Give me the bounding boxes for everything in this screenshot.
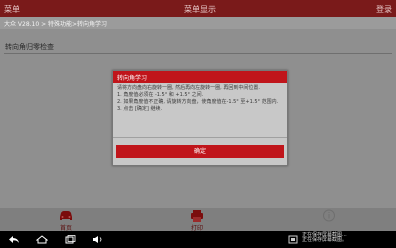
page-title: 转向角归零检查 xyxy=(5,43,54,51)
printer-icon xyxy=(191,210,203,222)
dialog-header: 转向角学习 xyxy=(113,71,287,83)
info-icon xyxy=(323,209,335,222)
title-divider xyxy=(4,53,392,54)
home-icon[interactable] xyxy=(36,235,48,244)
dialog-divider xyxy=(113,137,287,138)
info-button[interactable] xyxy=(289,208,369,231)
steering-angle-dialog: 转向角学习 请将方向盘向右旋转一圈, 然后再向左旋转一圈, 再回到中间位置. 1… xyxy=(112,70,288,166)
recent-apps-icon[interactable] xyxy=(64,235,76,244)
bottom-toolbar: 首页 打印 xyxy=(0,208,396,232)
dialog-message: 请将方向盘向右旋转一圈, 然后再向左旋转一圈, 再回到中间位置. 1. 角度值必… xyxy=(117,85,279,112)
home-button[interactable]: 首页 xyxy=(26,208,106,232)
print-button[interactable]: 打印 xyxy=(157,208,237,232)
back-icon[interactable] xyxy=(8,235,20,244)
breadcrumb: 大众 V28.10 > 特殊功能>转向角学习 xyxy=(0,17,396,29)
screenshot-icon xyxy=(288,235,298,244)
login-button[interactable]: 登录 xyxy=(376,4,392,15)
menu-button[interactable]: 菜单 xyxy=(4,4,20,15)
breadcrumb-text: 大众 V28.10 > 特殊功能>转向角学习 xyxy=(4,21,108,28)
android-system-bar: 正在保存屏幕截图... 正在保存屏幕截图。 xyxy=(0,231,396,248)
top-app-bar: 菜单 菜单显示 登录 xyxy=(0,0,396,17)
volume-icon[interactable] xyxy=(92,235,104,244)
car-icon xyxy=(60,211,72,220)
app-title: 菜单显示 xyxy=(184,5,216,14)
ok-button[interactable]: 确定 xyxy=(116,145,284,158)
screenshot-notification[interactable]: 正在保存屏幕截图... 正在保存屏幕截图。 xyxy=(302,233,347,243)
dialog-title: 转向角学习 xyxy=(117,75,148,82)
notification-subtitle: 正在保存屏幕截图。 xyxy=(302,237,348,243)
